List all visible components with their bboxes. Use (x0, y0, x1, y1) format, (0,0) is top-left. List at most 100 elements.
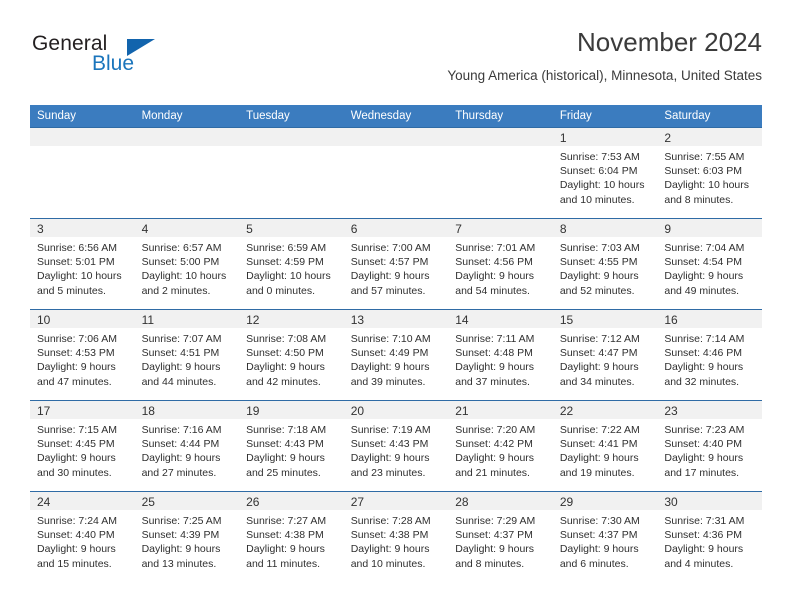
day-details: Sunrise: 7:14 AM Sunset: 4:46 PM Daylight:… (657, 328, 762, 389)
calendar-cell: 18 Sunrise: 7:16 AM Sunset: 4:44 PM Dayligh… (134, 400, 240, 492)
daylight-text-line1: Daylight: 9 hours (455, 543, 535, 556)
calendar-cell: 26 Sunrise: 7:27 AM Sunset: 4:38 PM Dayligh… (239, 491, 344, 582)
day-number: 6 (343, 219, 449, 237)
day-cell[interactable]: 6 Sunrise: 7:00 AM Sunset: 4:57 PM Daylight… (343, 219, 449, 309)
day-cell-empty (448, 128, 553, 218)
day-cell[interactable]: 22 Sunrise: 7:22 AM Sunset: 4:41 PM Dayligh… (552, 401, 658, 491)
day-cell[interactable]: 28 Sunrise: 7:29 AM Sunset: 4:37 PM Dayligh… (448, 492, 553, 582)
day-cell[interactable]: 10 Sunrise: 7:06 AM Sunset: 4:53 PM Dayligh… (30, 310, 135, 400)
day-cell[interactable]: 12 Sunrise: 7:08 AM Sunset: 4:50 PM Dayligh… (239, 310, 344, 400)
sunset-text: Sunset: 4:56 PM (455, 256, 533, 269)
daylight-text-line2: and 49 minutes. (664, 284, 740, 297)
daylight-text-line1: Daylight: 9 hours (141, 361, 221, 374)
day-number (134, 128, 240, 146)
day-cell[interactable]: 13 Sunrise: 7:10 AM Sunset: 4:49 PM Dayligh… (343, 310, 449, 400)
daylight-text-line2: and 17 minutes. (664, 466, 740, 479)
day-cell[interactable]: 14 Sunrise: 7:11 AM Sunset: 4:48 PM Dayligh… (448, 310, 553, 400)
sunrise-text: Sunrise: 7:15 AM (37, 424, 117, 436)
day-cell[interactable]: 30 Sunrise: 7:31 AM Sunset: 4:36 PM Dayligh… (657, 492, 762, 582)
daylight-text-line2: and 2 minutes. (141, 284, 211, 297)
day-cell[interactable]: 23 Sunrise: 7:23 AM Sunset: 4:40 PM Dayligh… (657, 401, 762, 491)
weekday-header-thursday: Thursday (448, 105, 553, 128)
sunset-text: Sunset: 5:01 PM (37, 256, 115, 269)
sunset-text: Sunset: 4:42 PM (455, 438, 533, 451)
day-details: Sunrise: 7:28 AM Sunset: 4:38 PM Daylight:… (344, 510, 449, 571)
day-details: Sunrise: 6:59 AM Sunset: 4:59 PM Daylight:… (239, 237, 344, 298)
day-number: 20 (343, 401, 449, 419)
day-cell[interactable]: 27 Sunrise: 7:28 AM Sunset: 4:38 PM Dayligh… (343, 492, 449, 582)
day-number: 19 (239, 401, 344, 419)
day-cell-empty (30, 128, 135, 218)
day-cell[interactable]: 18 Sunrise: 7:16 AM Sunset: 4:44 PM Dayligh… (134, 401, 240, 491)
day-cell[interactable]: 26 Sunrise: 7:27 AM Sunset: 4:38 PM Dayligh… (239, 492, 344, 582)
daylight-text-line2: and 52 minutes. (559, 284, 635, 297)
sunrise-text: Sunrise: 7:27 AM (246, 515, 327, 527)
sunset-text: Sunset: 4:43 PM (350, 438, 429, 451)
daylight-text-line1: Daylight: 9 hours (141, 452, 221, 465)
sunrise-text: Sunrise: 7:20 AM (455, 424, 536, 436)
day-cell[interactable]: 29 Sunrise: 7:30 AM Sunset: 4:37 PM Dayligh… (552, 492, 658, 582)
day-number: 18 (134, 401, 240, 419)
day-cell[interactable]: 19 Sunrise: 7:18 AM Sunset: 4:43 PM Dayligh… (239, 401, 344, 491)
day-cell[interactable]: 8 Sunrise: 7:03 AM Sunset: 4:55 PM Daylight… (552, 219, 658, 309)
day-details: Sunrise: 7:00 AM Sunset: 4:57 PM Daylight:… (344, 237, 449, 298)
sunset-text: Sunset: 4:44 PM (141, 438, 220, 451)
sunset-text: Sunset: 4:53 PM (37, 347, 115, 360)
day-details: Sunrise: 7:29 AM Sunset: 4:37 PM Daylight:… (448, 510, 553, 571)
daylight-text-line1: Daylight: 9 hours (350, 452, 430, 465)
day-cell[interactable]: 5 Sunrise: 6:59 AM Sunset: 4:59 PM Daylight… (239, 219, 344, 309)
generalblue-logo[interactable]: General Blue (30, 32, 270, 92)
day-cell[interactable]: 2 Sunrise: 7:55 AM Sunset: 6:03 PM Daylight… (657, 128, 762, 218)
day-number: 2 (657, 128, 762, 146)
daylight-text-line1: Daylight: 9 hours (37, 543, 116, 556)
day-cell[interactable]: 21 Sunrise: 7:20 AM Sunset: 4:42 PM Dayligh… (448, 401, 553, 491)
month-calendar: Sunday Monday Tuesday Wednesday Thursday… (30, 105, 762, 582)
calendar-week-row: 10 Sunrise: 7:06 AM Sunset: 4:53 PM Dayligh… (30, 309, 762, 401)
day-cell[interactable]: 4 Sunrise: 6:57 AM Sunset: 5:00 PM Daylight… (134, 219, 240, 309)
day-cell[interactable]: 1 Sunrise: 7:53 AM Sunset: 6:04 PM Daylight… (552, 128, 658, 218)
day-cell[interactable]: 9 Sunrise: 7:04 AM Sunset: 4:54 PM Daylight… (657, 219, 762, 309)
day-number: 29 (552, 492, 658, 510)
calendar-cell (239, 127, 344, 219)
calendar-header-row: Sunday Monday Tuesday Wednesday Thursday… (30, 105, 762, 128)
daylight-text-line1: Daylight: 9 hours (350, 270, 430, 283)
calendar-week-row: 1 Sunrise: 7:53 AM Sunset: 6:04 PM Daylight… (30, 127, 762, 219)
sunrise-text: Sunrise: 7:25 AM (141, 515, 222, 527)
daylight-text-line2: and 30 minutes. (37, 466, 112, 479)
day-cell[interactable]: 3 Sunrise: 6:56 AM Sunset: 5:01 PM Daylight… (30, 219, 135, 309)
day-number: 30 (657, 492, 762, 510)
day-number (30, 128, 135, 146)
sunset-text: Sunset: 4:54 PM (664, 256, 743, 269)
day-cell[interactable]: 25 Sunrise: 7:25 AM Sunset: 4:39 PM Dayligh… (134, 492, 240, 582)
day-cell[interactable]: 15 Sunrise: 7:12 AM Sunset: 4:47 PM Dayligh… (552, 310, 658, 400)
calendar-cell: 22 Sunrise: 7:22 AM Sunset: 4:41 PM Dayligh… (552, 400, 658, 492)
page-title: November 2024 (577, 27, 762, 57)
day-details: Sunrise: 7:01 AM Sunset: 4:56 PM Daylight:… (448, 237, 553, 298)
sunset-text: Sunset: 6:03 PM (664, 165, 743, 178)
calendar-cell: 4 Sunrise: 6:57 AM Sunset: 5:00 PM Daylight… (134, 218, 240, 310)
day-number: 16 (657, 310, 762, 328)
calendar-cell (448, 127, 553, 219)
day-cell[interactable]: 16 Sunrise: 7:14 AM Sunset: 4:46 PM Dayligh… (657, 310, 762, 400)
daylight-text-line1: Daylight: 9 hours (664, 543, 744, 556)
day-number: 12 (239, 310, 344, 328)
day-details: Sunrise: 7:04 AM Sunset: 4:54 PM Daylight:… (657, 237, 762, 298)
daylight-text-line1: Daylight: 9 hours (246, 452, 325, 465)
calendar-cell: 5 Sunrise: 6:59 AM Sunset: 4:59 PM Daylight… (239, 218, 344, 310)
daylight-text-line2: and 57 minutes. (350, 284, 426, 297)
day-cell[interactable]: 20 Sunrise: 7:19 AM Sunset: 4:43 PM Dayligh… (343, 401, 449, 491)
sunrise-text: Sunrise: 7:18 AM (246, 424, 327, 436)
day-cell[interactable]: 24 Sunrise: 7:24 AM Sunset: 4:40 PM Dayligh… (30, 492, 135, 582)
day-number: 11 (134, 310, 240, 328)
day-details: Sunrise: 7:11 AM Sunset: 4:48 PM Daylight:… (448, 328, 553, 389)
calendar-cell: 27 Sunrise: 7:28 AM Sunset: 4:38 PM Dayligh… (343, 491, 449, 582)
day-cell[interactable]: 11 Sunrise: 7:07 AM Sunset: 4:51 PM Dayligh… (134, 310, 240, 400)
day-number (343, 128, 449, 146)
calendar-page: General Blue November 2024 Young America… (0, 0, 792, 612)
calendar-cell: 30 Sunrise: 7:31 AM Sunset: 4:36 PM Dayligh… (657, 491, 762, 582)
daylight-text-line2: and 11 minutes. (246, 557, 321, 570)
sunset-text: Sunset: 4:36 PM (664, 529, 743, 542)
calendar-body: 1 Sunrise: 7:53 AM Sunset: 6:04 PM Daylight… (30, 127, 762, 582)
day-cell[interactable]: 17 Sunrise: 7:15 AM Sunset: 4:45 PM Dayligh… (30, 401, 135, 491)
day-cell[interactable]: 7 Sunrise: 7:01 AM Sunset: 4:56 PM Daylight… (448, 219, 553, 309)
